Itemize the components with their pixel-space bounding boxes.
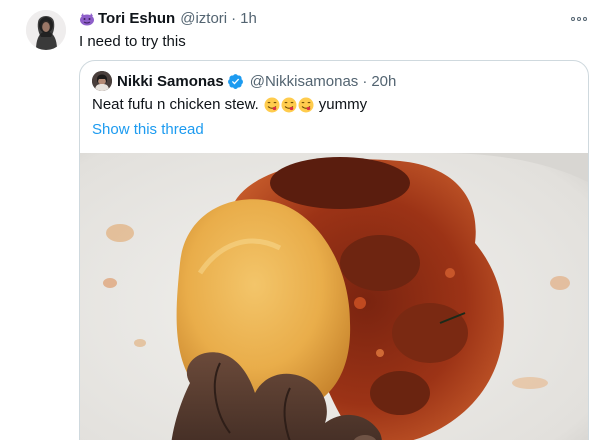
- quoted-text-main: Neat fufu n chicken stew.: [92, 96, 259, 113]
- quoted-tweet-header: Nikki Samonas @Nikkisamonas · 20h: [92, 71, 396, 91]
- quoted-separator-dot: ·: [362, 72, 368, 90]
- quoted-timestamp: 20h: [371, 72, 397, 90]
- quoted-display-name: Nikki Samonas: [117, 72, 224, 90]
- yum-emoji-icon: [281, 97, 297, 113]
- yum-emoji-icon: [298, 97, 314, 113]
- show-thread-link[interactable]: Show this thread: [92, 120, 204, 140]
- yum-emojis: [264, 97, 315, 113]
- tweet-text: I need to try this: [79, 33, 186, 50]
- display-name[interactable]: Tori Eshun: [98, 9, 175, 29]
- previous-tweet-fragment: [0, 0, 592, 6]
- quoted-tweet[interactable]: Nikki Samonas @Nikkisamonas · 20h Neat f…: [79, 60, 589, 440]
- quoted-tweet-text: Neat fufu n chicken stew. yummy: [92, 95, 367, 115]
- tweet-header: Tori Eshun @iztori · 1h: [79, 9, 257, 29]
- avatar[interactable]: [26, 10, 66, 50]
- quoted-text-yummy: yummy: [318, 96, 368, 113]
- purple-monster-emoji-icon: [80, 13, 94, 26]
- quoted-avatar: [92, 71, 112, 91]
- yum-emoji-icon: [264, 97, 280, 113]
- separator-dot: ·: [231, 10, 237, 27]
- food-photo[interactable]: [80, 153, 588, 440]
- more-options-icon[interactable]: [570, 10, 588, 28]
- user-handle[interactable]: @iztori: [180, 9, 227, 29]
- timestamp[interactable]: 1h: [240, 9, 257, 29]
- verified-badge-icon: [227, 73, 243, 89]
- avatar-photo: [26, 10, 66, 50]
- quoted-user-handle: @Nikkisamonas: [249, 72, 359, 90]
- fufu-stew-image: [80, 153, 588, 440]
